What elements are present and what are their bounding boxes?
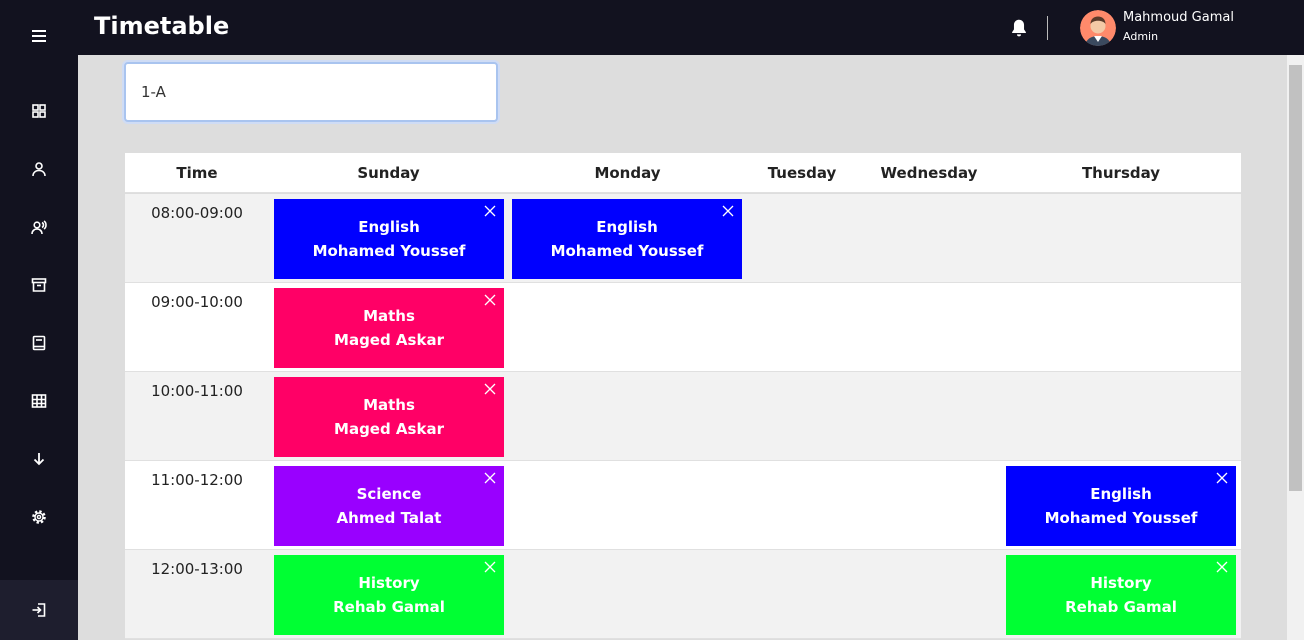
header-monday: Monday (594, 164, 661, 182)
lesson-subject: English (596, 218, 658, 236)
header-tuesday: Tuesday (767, 164, 837, 182)
lesson-teacher: Rehab Gamal (1065, 598, 1177, 616)
lesson-card[interactable]: English Mohamed Youssef (1006, 466, 1236, 546)
table-row: 11:00-12:00 Science Ahmed Talat English … (125, 461, 1241, 550)
user-role: Admin (1123, 30, 1159, 43)
top-bar: Timetable Mahmoud Gamal Admin (78, 0, 1304, 55)
archive-icon[interactable] (0, 265, 78, 305)
divider (1047, 16, 1048, 40)
lesson-card[interactable]: English Mohamed Youssef (512, 199, 742, 279)
time-cell: 09:00-10:00 (151, 293, 243, 311)
header-thursday: Thursday (1081, 164, 1161, 182)
time-cell: 10:00-11:00 (151, 382, 243, 400)
close-icon[interactable] (1216, 472, 1228, 484)
lesson-card[interactable]: History Rehab Gamal (1006, 555, 1236, 635)
lesson-card[interactable]: History Rehab Gamal (274, 555, 504, 635)
lesson-subject: English (1090, 485, 1152, 503)
close-icon[interactable] (484, 561, 496, 573)
close-icon[interactable] (484, 383, 496, 395)
header-sunday: Sunday (357, 164, 420, 182)
scrollbar[interactable] (1287, 55, 1304, 640)
time-cell: 12:00-13:00 (151, 560, 243, 578)
user-icon[interactable] (0, 149, 78, 189)
download-icon[interactable] (0, 439, 78, 479)
gear-icon[interactable] (0, 497, 78, 537)
lesson-teacher: Rehab Gamal (333, 598, 445, 616)
close-icon[interactable] (484, 294, 496, 306)
lesson-subject: History (1090, 574, 1152, 592)
scrollbar-thumb[interactable] (1289, 65, 1302, 491)
lesson-teacher: Mohamed Youssef (1044, 509, 1198, 527)
bell-icon[interactable] (1008, 17, 1030, 39)
table-row: 09:00-10:00 Maths Maged Askar (125, 283, 1241, 372)
lesson-subject: Science (356, 485, 422, 503)
close-icon[interactable] (484, 472, 496, 484)
time-cell: 08:00-09:00 (151, 204, 243, 222)
timetable-header: Time Sunday Monday Tuesday Wednesday Thu… (125, 153, 1241, 193)
logout-icon[interactable] (0, 580, 78, 640)
lesson-card[interactable]: Maths Maged Askar (274, 377, 504, 457)
lesson-subject: History (358, 574, 420, 592)
lesson-card[interactable]: English Mohamed Youssef (274, 199, 504, 279)
table-icon[interactable] (0, 381, 78, 421)
timetable: Time Sunday Monday Tuesday Wednesday Thu… (125, 153, 1241, 640)
close-icon[interactable] (484, 205, 496, 217)
lesson-teacher: Ahmed Talat (336, 509, 442, 527)
lesson-teacher: Maged Askar (334, 420, 444, 438)
table-row: 08:00-09:00 English Mohamed Youssef Engl… (125, 194, 1241, 283)
lesson-teacher: Maged Askar (334, 331, 444, 349)
lesson-teacher: Mohamed Youssef (312, 242, 466, 260)
header-time: Time (176, 164, 218, 182)
dashboard-icon[interactable] (0, 91, 78, 131)
menu-icon[interactable] (0, 16, 78, 56)
table-row: 10:00-11:00 Maths Maged Askar (125, 372, 1241, 461)
header-wednesday: Wednesday (880, 164, 978, 182)
table-row: 12:00-13:00 History Rehab Gamal History … (125, 550, 1241, 639)
page-title: Timetable (94, 12, 230, 40)
lesson-card[interactable]: Maths Maged Askar (274, 288, 504, 368)
lesson-subject: Maths (363, 307, 415, 325)
close-icon[interactable] (722, 205, 734, 217)
user-name: Mahmoud Gamal (1123, 10, 1234, 25)
lesson-card[interactable]: Science Ahmed Talat (274, 466, 504, 546)
lesson-teacher: Mohamed Youssef (550, 242, 704, 260)
time-cell: 11:00-12:00 (151, 471, 243, 489)
class-select-input[interactable] (124, 62, 498, 122)
close-icon[interactable] (1216, 561, 1228, 573)
lesson-subject: English (358, 218, 420, 236)
avatar[interactable] (1080, 10, 1116, 46)
users-icon[interactable] (0, 207, 78, 247)
lesson-subject: Maths (363, 396, 415, 414)
book-icon[interactable] (0, 323, 78, 363)
sidebar (0, 0, 78, 640)
